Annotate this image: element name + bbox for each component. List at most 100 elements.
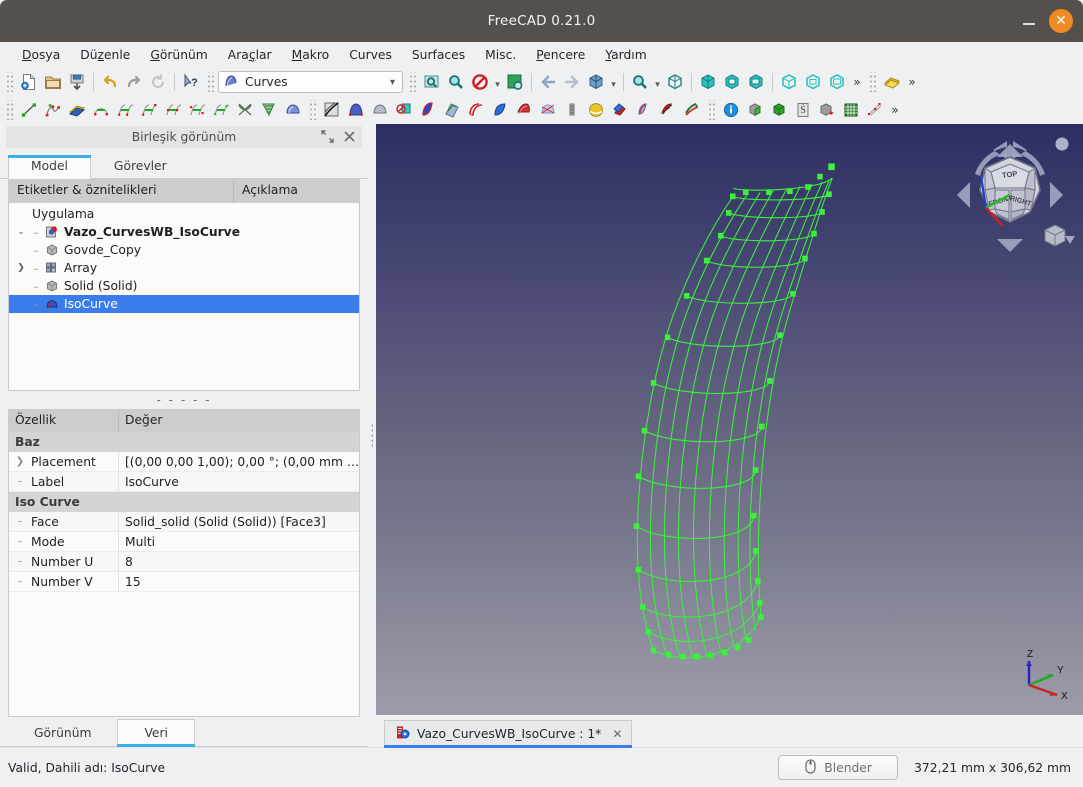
property-value-number-u[interactable]: 8 [119,555,359,569]
approximate-icon[interactable] [137,98,161,122]
mdi-tab-document[interactable]: Vazo_CurvesWB_IsoCurve : 1* ✕ [384,720,633,748]
isometric-view-icon[interactable] [584,70,608,94]
mixed-curve-icon[interactable] [488,98,512,122]
clipboard-icon[interactable]: Ṡ [791,98,815,122]
toolbar-overflow-2[interactable]: » [904,70,920,94]
menu-araclar[interactable]: Araçlar [218,45,282,65]
blend-curve-icon[interactable] [209,98,233,122]
info-icon[interactable] [719,98,743,122]
menu-yardim[interactable]: Yardım [595,45,656,65]
navigation-cube[interactable]: TOP FRONT RIGHT [945,130,1075,260]
structure-icon[interactable] [880,70,904,94]
toggle-axis-cross-icon[interactable] [503,70,527,94]
property-value-mode[interactable]: Multi [119,535,359,549]
redo-icon[interactable] [122,70,146,94]
curve-on-surface-icon[interactable] [233,98,257,122]
chevron-right-icon[interactable]: ❯ [9,456,31,467]
toolbar-overflow-1[interactable]: » [849,70,865,94]
multi-loft-icon[interactable] [560,98,584,122]
property-value-number-v[interactable]: 15 [119,575,359,589]
front-view-icon[interactable] [696,70,720,94]
dock-viewport-splitter[interactable] [368,124,376,747]
property-row-mode[interactable]: – Mode Multi [9,531,359,552]
reflect-lines-icon[interactable] [632,98,656,122]
close-button[interactable]: ✕ [1049,9,1073,33]
panel-splitter-handle[interactable]: - - - - - [0,391,368,409]
property-row-number-v[interactable]: – Number V 15 [9,571,359,592]
join-curve-icon[interactable] [89,98,113,122]
tree-row-array[interactable]: ❯ – Array [9,259,359,277]
fit-all-icon[interactable] [420,70,444,94]
zebra-stripes-icon[interactable] [584,98,608,122]
tree-row-govde-copy[interactable]: – Govde_Copy [9,241,359,259]
workbench-selector[interactable]: Curves ▾ [218,71,403,93]
close-dock-icon[interactable] [343,130,356,145]
chevron-down-icon[interactable]: ⌄ [13,223,29,241]
menu-misc[interactable]: Misc. [475,45,526,65]
solid-green-icon[interactable] [743,98,767,122]
gordon-surface-icon[interactable] [368,98,392,122]
property-value-label[interactable]: IsoCurve [119,475,359,489]
tree-row-application[interactable]: Uygulama [9,205,359,223]
shape-info-icon[interactable] [815,98,839,122]
toolbar-grip[interactable] [5,100,14,120]
property-row-placement[interactable]: ❯ Placement [(0,00 0,00 1,00); 0,00 °; (… [9,451,359,472]
toolbar-grip[interactable] [707,100,716,120]
profile-support-icon[interactable] [416,98,440,122]
draw-style-icon[interactable] [468,70,492,94]
sketch-on-surface-icon[interactable] [320,98,344,122]
menu-dosya[interactable]: Dosya [12,45,70,65]
tab-model[interactable]: Model [8,155,91,179]
sphere-map-icon[interactable] [608,98,632,122]
tree-row-document[interactable]: ⌄ – Vazo_CurvesWB_IsoCurve [9,223,359,241]
toolbar-overflow-3[interactable]: » [887,98,903,122]
tab-veri[interactable]: Veri [117,719,195,747]
navigation-style-button[interactable]: Blender [778,755,899,780]
toolbar-grip[interactable] [308,100,317,120]
menu-makro[interactable]: Makro [282,45,340,65]
close-icon[interactable]: ✕ [608,727,622,741]
cube-green-icon[interactable] [767,98,791,122]
hooked-surface-icon[interactable] [536,98,560,122]
nurbs-points-icon[interactable] [863,98,887,122]
property-value-placement[interactable]: [(0,00 0,00 1,00); 0,00 °; (0,00 mm … [119,455,359,469]
bottom-view-icon[interactable] [801,70,825,94]
rear-view-icon[interactable] [777,70,801,94]
curve-extend-icon[interactable] [512,98,536,122]
isometric-dropdown-arrow[interactable]: ▾ [608,70,619,94]
toolbar-grip[interactable] [5,72,14,92]
zoom-icon[interactable] [628,70,652,94]
toolbar-grip[interactable] [408,72,417,92]
open-document-icon[interactable] [41,70,65,94]
view-fit-icon[interactable] [663,70,687,94]
right-view-icon[interactable] [744,70,768,94]
isocurve-icon[interactable] [257,98,281,122]
tree-row-solid[interactable]: – Solid (Solid) [9,277,359,295]
menu-duzenle[interactable]: Düzenle [70,45,140,65]
save-document-icon[interactable] [65,70,89,94]
fit-selection-icon[interactable] [444,70,468,94]
3d-viewport[interactable]: TOP FRONT RIGHT Z Y X [376,124,1083,715]
chevron-right-icon[interactable]: ❯ [13,259,29,277]
segment-surface-icon[interactable] [464,98,488,122]
pipeshell-icon[interactable] [344,98,368,122]
left-view-icon[interactable] [825,70,849,94]
undo-icon[interactable] [98,70,122,94]
chevron-down-icon[interactable]: ▾ [390,77,400,88]
forward-arrow-icon[interactable] [560,70,584,94]
editable-spline-icon[interactable] [65,98,89,122]
tab-gorunum[interactable]: Görünüm [8,720,117,747]
surface-patch-icon[interactable] [281,98,305,122]
zoom-dropdown-arrow[interactable]: ▾ [652,70,663,94]
grid-icon[interactable] [839,98,863,122]
tree-row-isocurve[interactable]: – IsoCurve [9,295,359,313]
draw-style-dropdown-arrow[interactable]: ▾ [492,70,503,94]
property-row-number-u[interactable]: – Number U 8 [9,551,359,572]
minimize-button[interactable] [1019,11,1039,31]
bspline-icon[interactable] [41,98,65,122]
property-value-face[interactable]: Solid_solid (Solid (Solid)) [Face3] [119,515,359,529]
interpolate-icon[interactable] [161,98,185,122]
property-row-face[interactable]: – Face Solid_solid (Solid (Solid)) [Face… [9,511,359,532]
top-view-icon[interactable] [720,70,744,94]
parametric-blend-icon[interactable] [185,98,209,122]
